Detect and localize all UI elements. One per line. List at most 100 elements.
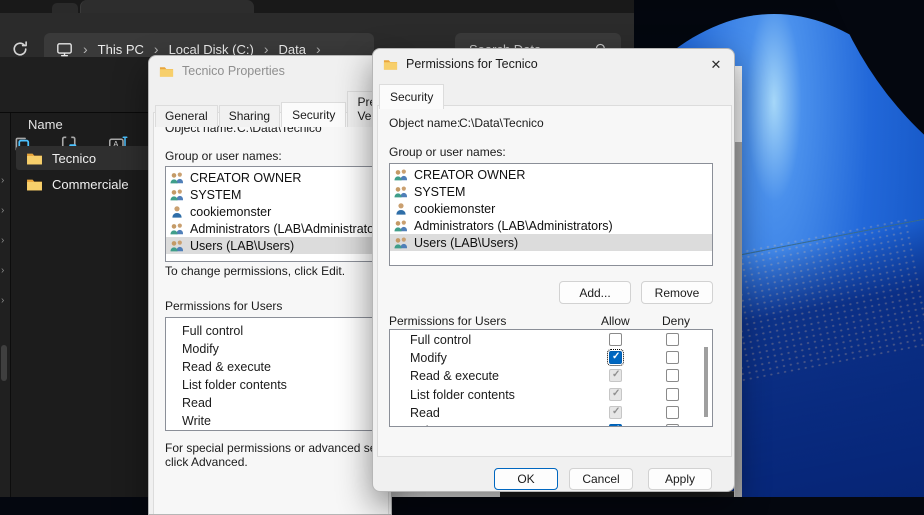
close-icon[interactable]: ✕: [707, 56, 725, 74]
group-item-selected[interactable]: Users (LAB\Users): [166, 237, 392, 254]
allow-checkbox[interactable]: [609, 351, 622, 364]
permission-item[interactable]: List folder contents: [166, 376, 392, 394]
folder-icon: [383, 57, 398, 72]
group-name: Users (LAB\Users): [190, 239, 294, 253]
name-column-header[interactable]: Name: [28, 117, 63, 132]
permission-row[interactable]: List folder contents: [390, 386, 712, 404]
refresh-icon[interactable]: [10, 39, 30, 59]
allow-header: Allow: [601, 314, 630, 328]
permission-item[interactable]: Read & execute: [166, 358, 392, 376]
permission-item[interactable]: Modify: [166, 340, 392, 358]
deny-checkbox[interactable]: [666, 388, 679, 401]
group-item-selected[interactable]: Users (LAB\Users): [390, 234, 712, 251]
permission-row[interactable]: Read: [390, 404, 712, 422]
group-list-label: Group or user names:: [165, 149, 282, 163]
allow-checkbox[interactable]: [609, 388, 622, 401]
properties-dialog: Tecnico Properties General Sharing Secur…: [148, 55, 392, 515]
permission-row[interactable]: Read & execute: [390, 367, 712, 385]
file-name: Commerciale: [52, 177, 129, 192]
permission-row[interactable]: Modify: [390, 349, 712, 367]
group-listbox[interactable]: CREATOR OWNER SYSTEM cookiemonster Admin…: [165, 166, 392, 262]
tab-security[interactable]: Security: [379, 84, 444, 109]
tree-chevron-icon[interactable]: [1, 295, 9, 307]
nav-scrollbar-thumb[interactable]: [1, 345, 7, 381]
apply-button[interactable]: Apply: [648, 468, 712, 490]
remove-button[interactable]: Remove: [641, 281, 713, 304]
user-icon: [169, 204, 185, 220]
group-name: SYSTEM: [190, 188, 241, 202]
group-name: CREATOR OWNER: [190, 171, 301, 185]
edit-hint: To change permissions, click Edit.: [165, 264, 345, 278]
folder-icon: [26, 176, 43, 193]
group-item[interactable]: CREATOR OWNER: [390, 166, 712, 183]
group-listbox[interactable]: CREATOR OWNER SYSTEM cookiemonster Admin…: [389, 163, 713, 266]
group-item[interactable]: SYSTEM: [166, 186, 392, 203]
permissions-listbox[interactable]: Full control Modify Read & execute List …: [389, 329, 713, 427]
group-item[interactable]: Administrators (LAB\Administrators): [166, 220, 392, 237]
cancel-button[interactable]: Cancel: [569, 468, 633, 490]
deny-checkbox[interactable]: [666, 406, 679, 419]
advanced-hint-line2: click Advanced.: [165, 455, 248, 469]
dialog-title: Permissions for Tecnico: [406, 57, 538, 71]
object-name-label: Object name:: [389, 116, 460, 130]
permissions-dialog-titlebar[interactable]: Permissions for Tecnico: [373, 49, 734, 79]
group-item[interactable]: cookiemonster: [166, 203, 392, 220]
tree-chevron-icon[interactable]: [1, 265, 9, 277]
background-window-edge: [734, 66, 742, 497]
allow-checkbox[interactable]: [609, 406, 622, 419]
allow-checkbox[interactable]: [609, 333, 622, 346]
permission-row[interactable]: Full control: [390, 331, 712, 349]
tab-security[interactable]: Security: [281, 102, 346, 127]
explorer-active-tab[interactable]: [80, 0, 254, 13]
tab-general[interactable]: General: [155, 105, 218, 127]
permission-name: Read: [410, 406, 440, 420]
group-name: SYSTEM: [414, 185, 465, 199]
permission-name: Modify: [410, 351, 447, 365]
tree-chevron-icon[interactable]: [1, 235, 9, 247]
group-item[interactable]: CREATOR OWNER: [166, 169, 392, 186]
group-list-label: Group or user names:: [389, 145, 506, 159]
group-icon: [393, 218, 409, 234]
deny-checkbox[interactable]: [666, 424, 679, 427]
properties-dialog-titlebar[interactable]: Tecnico Properties: [149, 56, 391, 86]
group-item[interactable]: cookiemonster: [390, 200, 712, 217]
group-name: Administrators (LAB\Administrators): [414, 219, 613, 233]
this-pc-icon[interactable]: [56, 41, 73, 58]
folder-icon: [26, 150, 43, 167]
permission-item[interactable]: Full control: [166, 322, 392, 340]
scrollbar-thumb[interactable]: [704, 347, 708, 417]
folder-icon: [159, 64, 174, 79]
deny-checkbox[interactable]: [666, 333, 679, 346]
navigation-pane-edge: [0, 113, 11, 497]
deny-checkbox[interactable]: [666, 369, 679, 382]
advanced-hint-line1: For special permissions or advanced sett…: [165, 441, 392, 455]
tree-chevron-icon[interactable]: [1, 205, 9, 217]
deny-checkbox[interactable]: [666, 351, 679, 364]
permission-row[interactable]: Write: [390, 422, 712, 427]
group-icon: [169, 238, 185, 254]
explorer-tab-fragment[interactable]: [52, 3, 78, 13]
file-name: Tecnico: [52, 151, 96, 166]
group-icon: [169, 221, 185, 237]
permission-item[interactable]: Write: [166, 412, 392, 430]
chevron-right-icon: [83, 41, 88, 57]
allow-checkbox[interactable]: [609, 424, 622, 427]
group-item[interactable]: Administrators (LAB\Administrators): [390, 217, 712, 234]
permission-name: Full control: [410, 333, 471, 347]
properties-tabs: General Sharing Security Previous Vers: [155, 91, 392, 127]
permission-item[interactable]: Read: [166, 394, 392, 412]
permissions-listbox[interactable]: Full control Modify Read & execute List …: [165, 317, 392, 431]
tab-sharing[interactable]: Sharing: [219, 105, 280, 127]
group-icon: [169, 187, 185, 203]
breadcrumb-this-pc[interactable]: This PC: [98, 42, 144, 57]
ok-button[interactable]: OK: [494, 468, 558, 490]
group-icon: [393, 235, 409, 251]
allow-checkbox[interactable]: [609, 369, 622, 382]
group-item[interactable]: SYSTEM: [390, 183, 712, 200]
permission-name: Read & execute: [410, 369, 499, 383]
group-name: CREATOR OWNER: [414, 168, 525, 182]
permission-name: Write: [410, 424, 439, 427]
permissions-scrollbar[interactable]: [701, 332, 710, 424]
add-button[interactable]: Add...: [559, 281, 631, 304]
tree-chevron-icon[interactable]: [1, 175, 9, 187]
